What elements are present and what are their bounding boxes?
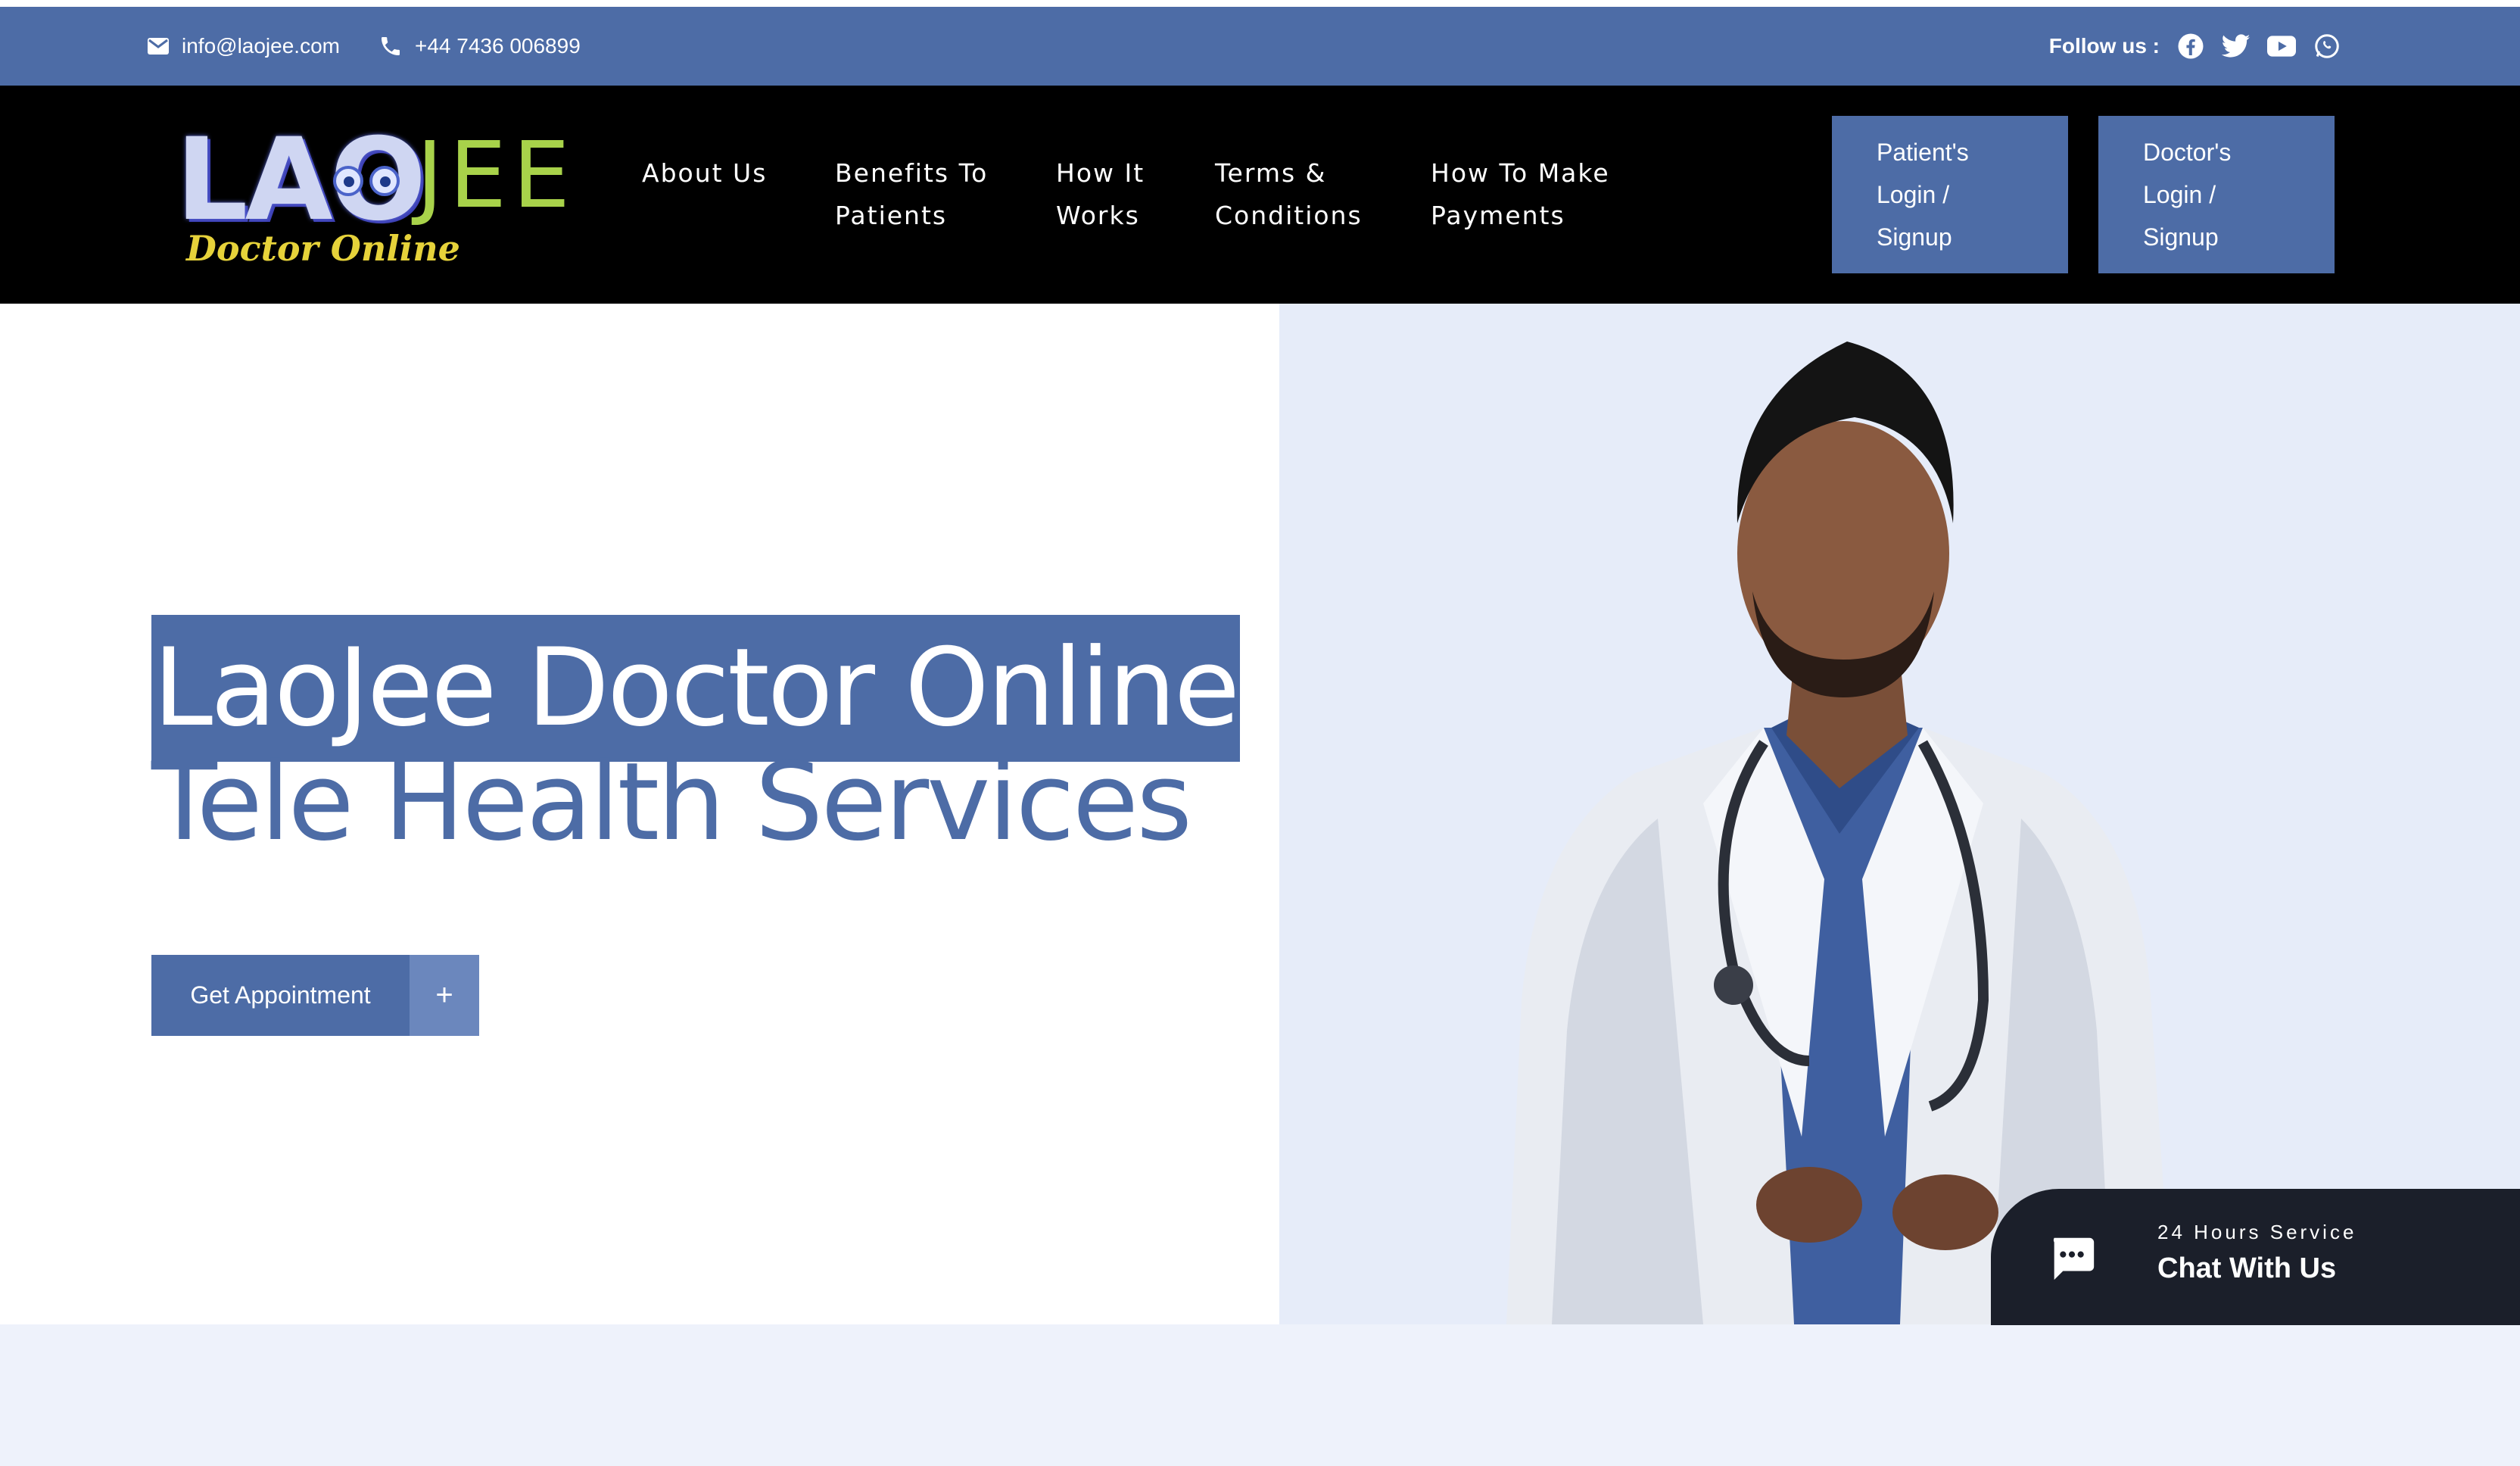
nav-terms-line1: Terms & — [1215, 158, 1327, 188]
plus-icon: + — [410, 955, 479, 1036]
social-follow: Follow us : — [2049, 7, 2341, 86]
patient-login-line1: Patient's — [1877, 139, 1969, 166]
logo-tagline: Doctor Online — [186, 228, 460, 269]
nav-about-us-label: About Us — [642, 158, 768, 188]
phone-icon — [382, 37, 400, 55]
patient-login-line2: Login / — [1877, 181, 1950, 208]
chat-widget[interactable]: 24 Hours Service Chat With Us — [1991, 1189, 2520, 1325]
logo-jee-text: JEE — [416, 123, 577, 229]
logo-eye-right — [369, 166, 400, 196]
get-appointment-button[interactable]: Get Appointment + — [151, 955, 479, 1036]
nav-about-us[interactable]: About Us — [642, 152, 767, 195]
logo-eye-left — [333, 166, 363, 196]
doctor-login-button[interactable]: Doctor's Login / Signup — [2098, 116, 2335, 273]
nav-how-it-works-line2: Works — [1056, 201, 1140, 230]
brand-logo[interactable]: LAO JEE Doctor Online — [176, 123, 570, 275]
nav-benefits-to-patients[interactable]: Benefits To Patients — [835, 152, 988, 237]
doctor-login-line3: Signup — [2143, 223, 2219, 251]
phone-text: +44 7436 006899 — [415, 34, 581, 58]
hero-subtitle: Tele Health Services — [151, 740, 1192, 865]
youtube-icon[interactable] — [2267, 32, 2296, 61]
patient-login-button[interactable]: Patient's Login / Signup — [1832, 116, 2068, 273]
nav-terms-conditions[interactable]: Terms & Conditions — [1215, 152, 1363, 237]
facebook-icon[interactable] — [2176, 32, 2205, 61]
whatsapp-icon[interactable] — [2313, 32, 2341, 61]
nav-payments-line1: How To Make — [1431, 158, 1610, 188]
nav-terms-line2: Conditions — [1215, 201, 1363, 230]
nav-benefits-line2: Patients — [835, 201, 948, 230]
chat-subtitle: 24 Hours Service — [2157, 1221, 2357, 1243]
nav-how-it-works-line1: How It — [1056, 158, 1145, 188]
nav-benefits-line1: Benefits To — [835, 158, 989, 188]
chat-bubble-icon — [2053, 1237, 2095, 1280]
doctor-login-line1: Doctor's — [2143, 139, 2232, 166]
chat-title: Chat With Us — [2157, 1252, 2337, 1284]
phone-contact[interactable]: +44 7436 006899 — [378, 7, 581, 86]
nav-payments-line2: Payments — [1431, 201, 1565, 230]
doctor-login-line2: Login / — [2143, 181, 2216, 208]
email-text: info@laojee.com — [182, 34, 340, 58]
doctor-illustration — [1506, 342, 2173, 1324]
get-appointment-label: Get Appointment — [151, 955, 410, 1036]
follow-label: Follow us : — [2048, 34, 2160, 58]
email-contact[interactable]: info@laojee.com — [147, 7, 340, 86]
twitter-icon[interactable] — [2222, 32, 2251, 61]
top-contact-bar: info@laojee.com +44 7436 006899 Follow u… — [0, 7, 2520, 86]
nav-how-to-make-payments[interactable]: How To Make Payments — [1431, 152, 1610, 237]
patient-login-line3: Signup — [1877, 223, 1952, 251]
mail-icon — [148, 38, 169, 55]
top-strip — [0, 0, 2520, 7]
nav-how-it-works[interactable]: How It Works — [1056, 152, 1145, 237]
hero-doctor-image — [1279, 304, 2520, 1324]
main-navbar: LAO JEE Doctor Online About Us Benefits … — [0, 86, 2520, 304]
